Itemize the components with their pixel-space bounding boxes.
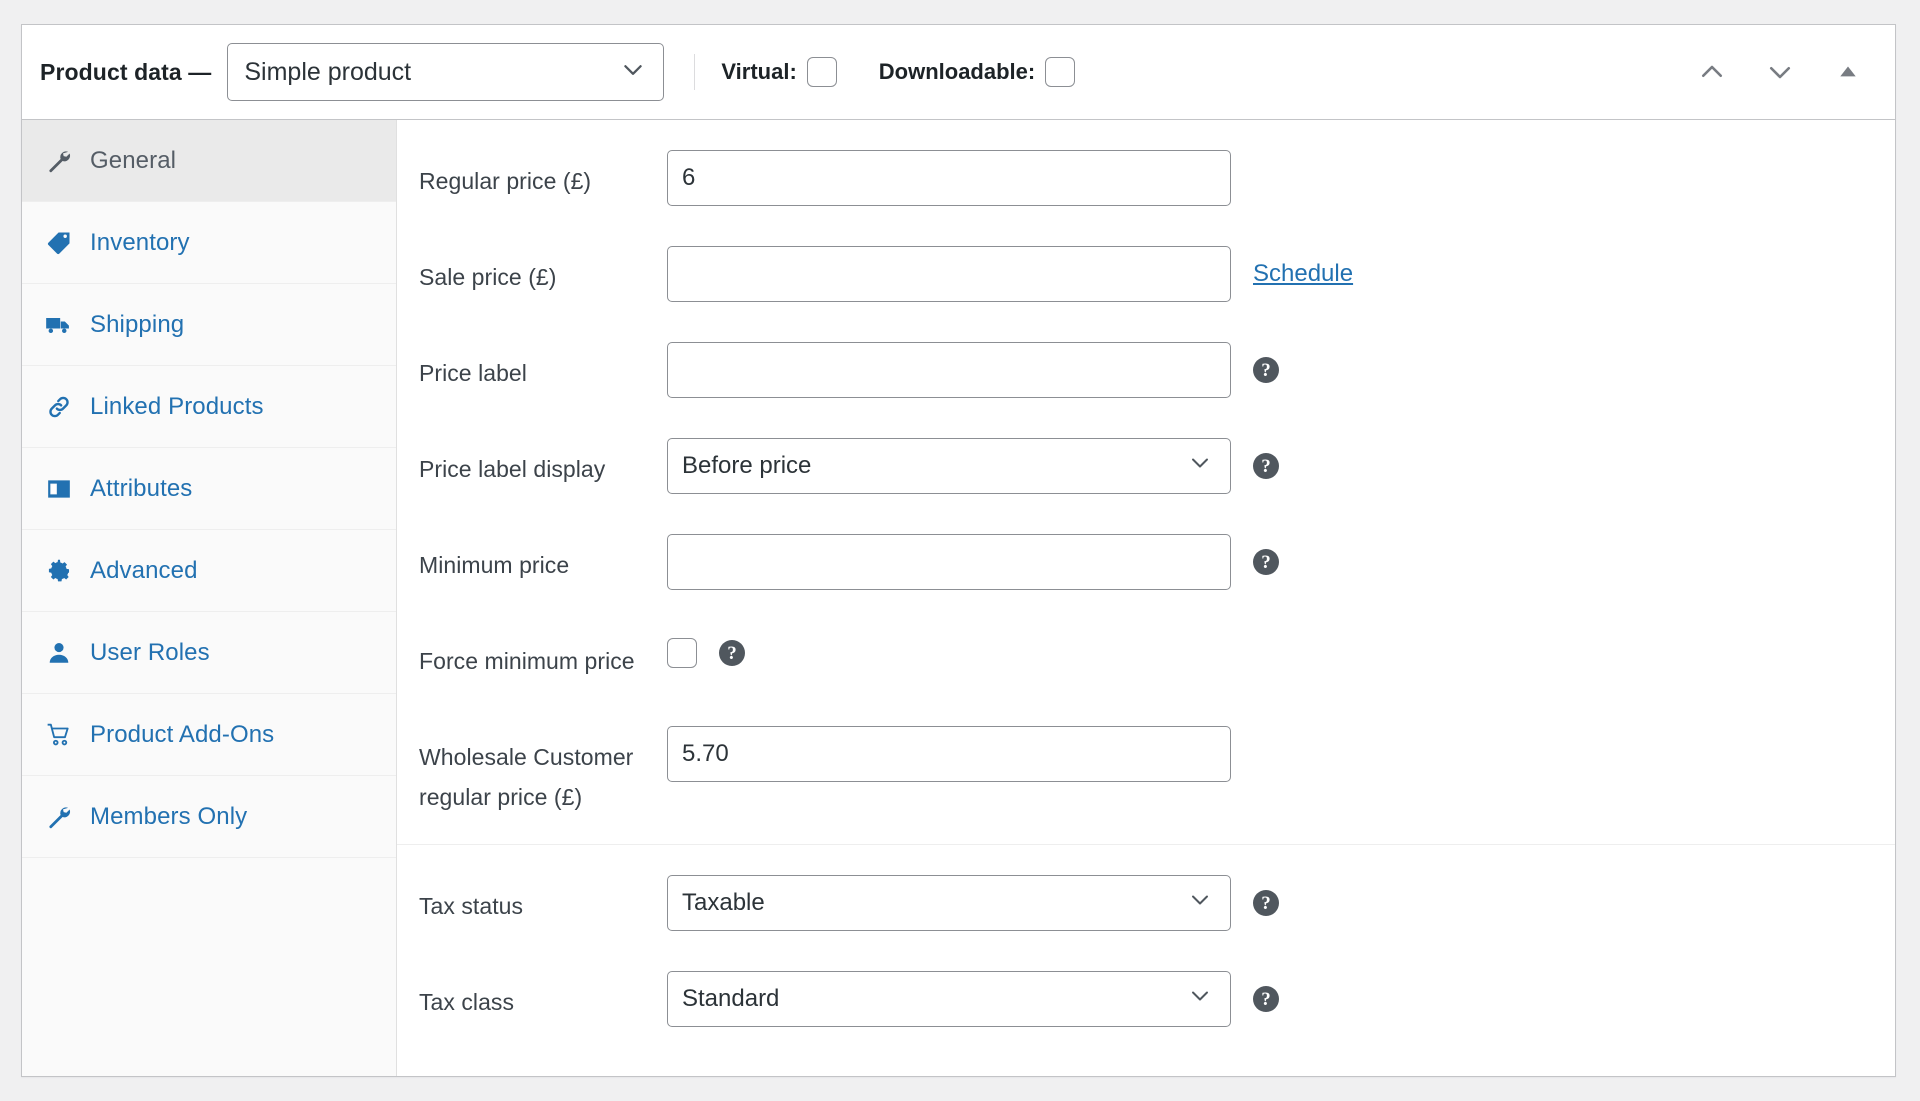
- sidebar-item-advanced[interactable]: Advanced: [22, 530, 396, 612]
- force-minimum-price-checkbox[interactable]: [667, 638, 697, 668]
- downloadable-toggle[interactable]: Downloadable:: [878, 57, 1076, 87]
- truck-icon: [42, 311, 76, 339]
- sidebar-item-label: General: [90, 146, 177, 174]
- gear-icon: [42, 558, 76, 584]
- product-type-select-wrapper: Simple product: [227, 43, 665, 101]
- sidebar-item-label: User Roles: [90, 638, 210, 666]
- sidebar-item-label: Linked Products: [90, 392, 264, 420]
- sidebar-item-label: Shipping: [90, 310, 185, 338]
- tax-status-label: Tax status: [419, 893, 524, 919]
- field-row-price-label-display: Price label display Before price ?: [397, 438, 1895, 534]
- page-title: Product data —: [40, 58, 212, 85]
- field-row-regular-price: Regular price (£) 6: [397, 150, 1895, 246]
- pricing-field-group: Regular price (£) 6 Sale price (£) Sched…: [397, 120, 1895, 844]
- toggle-panel-icon[interactable]: [1827, 51, 1869, 93]
- sidebar-item-label: Inventory: [90, 228, 190, 256]
- help-icon[interactable]: ?: [1253, 890, 1279, 916]
- general-fields-panel: Regular price (£) 6 Sale price (£) Sched…: [397, 120, 1895, 1076]
- field-row-tax-class: Tax class Standard ?: [397, 971, 1895, 1067]
- tax-class-value: Standard: [682, 985, 780, 1012]
- sidebar-item-user-roles[interactable]: User Roles: [22, 612, 396, 694]
- sidebar-item-general[interactable]: General: [22, 120, 396, 202]
- minimum-price-label: Minimum price: [419, 552, 570, 578]
- product-type-value: Simple product: [244, 57, 412, 86]
- sidebar-item-attributes[interactable]: Attributes: [22, 448, 396, 530]
- sidebar-item-shipping[interactable]: Shipping: [22, 284, 396, 366]
- downloadable-checkbox[interactable]: [1045, 57, 1076, 87]
- regular-price-input[interactable]: 6: [667, 150, 1231, 206]
- tax-class-label: Tax class: [419, 989, 515, 1015]
- sidebar-item-inventory[interactable]: Inventory: [22, 202, 396, 284]
- help-icon[interactable]: ?: [1253, 357, 1279, 383]
- chevron-down-icon: [1188, 984, 1212, 1015]
- regular-price-label: Regular price (£): [419, 168, 592, 194]
- sidebar-item-label: Product Add-Ons: [90, 720, 275, 748]
- wholesale-customer-regular-price-label: Wholesale Customer regular price (£): [419, 744, 634, 810]
- tax-status-value: Taxable: [682, 889, 765, 916]
- chevron-down-icon: [1188, 451, 1212, 482]
- virtual-checkbox[interactable]: [806, 57, 837, 87]
- minimum-price-input[interactable]: [667, 534, 1231, 590]
- price-label-display-label: Price label display: [419, 456, 606, 482]
- help-icon[interactable]: ?: [1253, 453, 1279, 479]
- sidebar-item-label: Attributes: [90, 474, 193, 502]
- virtual-toggle[interactable]: Virtual:: [721, 57, 837, 87]
- virtual-label: Virtual:: [721, 59, 797, 84]
- field-row-force-minimum-price: Force minimum price ?: [397, 630, 1895, 726]
- sale-price-label: Sale price (£): [419, 264, 557, 290]
- product-data-panel: Product data — Simple product Virtual: D…: [21, 24, 1896, 1077]
- product-type-select[interactable]: Simple product: [227, 43, 665, 101]
- tabs-filler: [22, 858, 396, 1058]
- tag-icon: [42, 230, 76, 256]
- cart-icon: [42, 722, 76, 748]
- tax-status-select[interactable]: Taxable: [667, 875, 1231, 931]
- wholesale-customer-regular-price-value: 5.70: [682, 740, 729, 767]
- price-label-display-select[interactable]: Before price: [667, 438, 1231, 494]
- field-row-wholesale-customer-regular-price: Wholesale Customer regular price (£) 5.7…: [397, 726, 1895, 822]
- move-down-icon[interactable]: [1759, 51, 1801, 93]
- panel-body: General Inventory Shipping Linked Produc…: [22, 120, 1895, 1076]
- field-row-tax-status: Tax status Taxable ?: [397, 875, 1895, 971]
- tax-class-select[interactable]: Standard: [667, 971, 1231, 1027]
- wholesale-customer-regular-price-input[interactable]: 5.70: [667, 726, 1231, 782]
- downloadable-label: Downloadable:: [878, 59, 1036, 84]
- field-row-minimum-price: Minimum price ?: [397, 534, 1895, 630]
- wrench-icon: [42, 148, 76, 174]
- regular-price-value: 6: [682, 164, 696, 191]
- form-icon: [42, 476, 76, 502]
- help-icon[interactable]: ?: [719, 640, 745, 666]
- sidebar-item-product-add-ons[interactable]: Product Add-Ons: [22, 694, 396, 776]
- help-icon[interactable]: ?: [1253, 549, 1279, 575]
- sidebar-item-members-only[interactable]: Members Only: [22, 776, 396, 858]
- price-label-display-value: Before price: [682, 452, 812, 479]
- move-up-icon[interactable]: [1691, 51, 1733, 93]
- header-actions: [1691, 51, 1895, 93]
- product-data-tabs: General Inventory Shipping Linked Produc…: [22, 120, 397, 1076]
- field-row-sale-price: Sale price (£) Schedule: [397, 246, 1895, 342]
- schedule-sale-link[interactable]: Schedule: [1253, 260, 1353, 288]
- chevron-down-icon: [1188, 888, 1212, 919]
- price-label-input[interactable]: [667, 342, 1231, 398]
- sale-price-input[interactable]: [667, 246, 1231, 302]
- header-divider: [694, 54, 696, 90]
- sidebar-item-label: Advanced: [90, 556, 198, 584]
- sidebar-item-linked-products[interactable]: Linked Products: [22, 366, 396, 448]
- field-row-price-label: Price label ?: [397, 342, 1895, 438]
- panel-header: Product data — Simple product Virtual: D…: [22, 25, 1895, 120]
- price-label-label: Price label: [419, 360, 527, 386]
- user-icon: [42, 640, 76, 666]
- wrench-icon: [42, 804, 76, 830]
- link-icon: [42, 394, 76, 420]
- sidebar-item-label: Members Only: [90, 802, 248, 830]
- force-minimum-price-label: Force minimum price: [419, 648, 635, 674]
- tax-field-group: Tax status Taxable ? Tax class Standard …: [397, 844, 1895, 1076]
- help-icon[interactable]: ?: [1253, 986, 1279, 1012]
